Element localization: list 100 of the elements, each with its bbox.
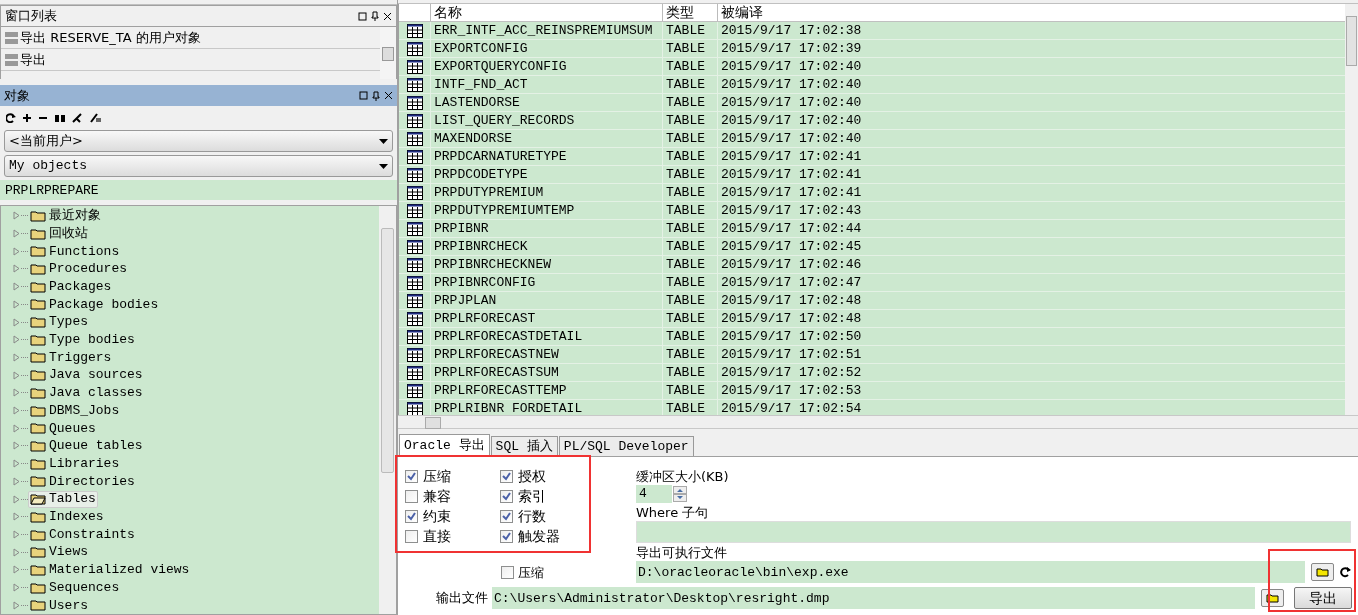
refresh-icon[interactable] (1340, 566, 1352, 578)
table-cell: TABLE (662, 238, 717, 256)
tree-item[interactable]: 最近对象 (28, 207, 103, 225)
folder-icon (30, 475, 46, 488)
table-icon (406, 347, 423, 362)
close-icon[interactable] (383, 11, 392, 21)
panel-title: 窗口列表 (5, 7, 57, 26)
table-cell: TABLE (662, 184, 717, 202)
column-header[interactable]: 名称 (430, 4, 662, 22)
checkbox[interactable] (501, 565, 514, 579)
folder-icon (30, 227, 46, 240)
folder-icon (30, 316, 46, 329)
tree-item[interactable]: Views (28, 543, 90, 561)
restore-icon[interactable] (359, 91, 368, 100)
table-cell: TABLE (662, 274, 717, 292)
table-cell: TABLE (662, 22, 717, 40)
browse-button[interactable] (1311, 563, 1334, 581)
table-cell: TABLE (662, 58, 717, 76)
tab[interactable]: SQL 插入 (490, 436, 558, 456)
tree-item[interactable]: Libraries (28, 455, 122, 473)
checkbox[interactable] (500, 529, 513, 543)
table-cell: TABLE (662, 346, 717, 364)
output-file-field[interactable]: C:\Users\Administrator\Desktop\resright.dmp (492, 587, 1255, 609)
executable-path-field[interactable]: D:\oracleoracle\bin\exp.exe (636, 561, 1305, 583)
tree-item[interactable]: Sequences (28, 579, 122, 597)
table-cell: EXPORTCONFIG (430, 40, 662, 58)
tab[interactable]: PL/SQL Developer (558, 436, 694, 456)
window-icon (5, 31, 18, 44)
checkbox[interactable] (405, 509, 418, 523)
table-cell: TABLE (662, 328, 717, 346)
folder-icon (1315, 567, 1330, 577)
panel-title: 对象 (4, 86, 30, 105)
tree-item[interactable]: Packages (28, 278, 114, 296)
filter-dropdown[interactable]: My objects (4, 155, 393, 177)
user-dropdown[interactable]: <当前用户> (4, 130, 393, 152)
tree-item[interactable]: Materialized views (28, 561, 192, 579)
table-icon (406, 203, 423, 218)
filter-field[interactable]: PRPLRPREPARE (0, 180, 397, 200)
checkbox[interactable] (405, 469, 418, 483)
tree-item[interactable]: Type bodies (28, 331, 137, 349)
table-cell: PRPIBNRCHECKNEW (430, 256, 662, 274)
table-icon (406, 383, 423, 398)
tree-item[interactable]: Indexes (28, 508, 106, 526)
pin-icon[interactable] (371, 11, 379, 21)
tab[interactable]: Oracle 导出 (399, 434, 490, 456)
tree-item[interactable]: 回收站 (28, 225, 90, 243)
table-cell: ERR_INTF_ACC_REINSPREMIUMSUM (430, 22, 662, 40)
tree-item[interactable]: Triggers (28, 348, 114, 366)
table-cell: TABLE (662, 94, 717, 112)
column-header[interactable]: 类型 (662, 4, 717, 22)
tree-item[interactable]: DBMS_Jobs (28, 402, 122, 420)
pen-icon[interactable] (72, 113, 84, 123)
table-cell: PRPLRFORECASTSUM (430, 364, 662, 382)
checkbox[interactable] (405, 489, 418, 503)
buffer-size-field[interactable]: 4 (636, 485, 672, 503)
table-cell: LIST_QUERY_RECORDS (430, 112, 662, 130)
table-cell: TABLE (662, 310, 717, 328)
table-cell: TABLE (662, 220, 717, 238)
scrollbar[interactable] (1345, 4, 1358, 416)
where-clause-field[interactable] (636, 521, 1351, 543)
table-icon (406, 257, 423, 272)
window-list-item[interactable]: 导出 RESERVE_TA 的用户对象 (1, 27, 380, 49)
table-cell: TABLE (662, 202, 717, 220)
tree-item[interactable]: Directories (28, 472, 137, 490)
pin-icon[interactable] (372, 90, 380, 101)
checkbox[interactable] (500, 509, 513, 523)
table-cell: TABLE (662, 256, 717, 274)
checkbox[interactable] (500, 489, 513, 503)
plus-icon[interactable] (22, 113, 32, 123)
tree-item[interactable]: Functions (28, 242, 122, 260)
tree-item[interactable]: Types (28, 313, 90, 331)
tree-item[interactable]: Procedures (28, 260, 129, 278)
table-cell: PRPIBNR (430, 220, 662, 238)
folder-icon (30, 386, 46, 399)
browse-button[interactable] (1261, 589, 1284, 607)
refresh-icon[interactable] (6, 113, 16, 123)
table-icon (406, 41, 423, 56)
tree-item[interactable]: Tables (28, 490, 98, 508)
export-button[interactable]: 导出 (1294, 587, 1352, 609)
scrollbar[interactable] (379, 206, 396, 614)
checkbox[interactable] (405, 529, 418, 543)
tree-item[interactable]: Package bodies (28, 295, 161, 313)
tree-item[interactable]: Queue tables (28, 437, 145, 455)
pen-icon[interactable] (90, 113, 102, 123)
tree-item[interactable]: Users (28, 596, 90, 614)
table-cell: PRPLRFORECASTTEMP (430, 382, 662, 400)
close-icon[interactable] (384, 91, 393, 100)
tree-item[interactable]: Java sources (28, 366, 145, 384)
table-icon (406, 365, 423, 380)
table-cell: TABLE (662, 292, 717, 310)
table-cell: MAXENDORSE (430, 130, 662, 148)
spinner-icon[interactable] (673, 486, 687, 502)
scrollbar[interactable] (380, 27, 396, 79)
tree-item[interactable]: Java classes (28, 384, 145, 402)
window-list-item[interactable]: 导出 (1, 49, 380, 71)
horizontal-scrollbar[interactable] (398, 415, 1358, 429)
checkbox[interactable] (500, 469, 513, 483)
tree-item[interactable]: Constraints (28, 526, 137, 543)
restore-icon[interactable] (358, 11, 367, 21)
tree-item[interactable]: Queues (28, 419, 98, 437)
